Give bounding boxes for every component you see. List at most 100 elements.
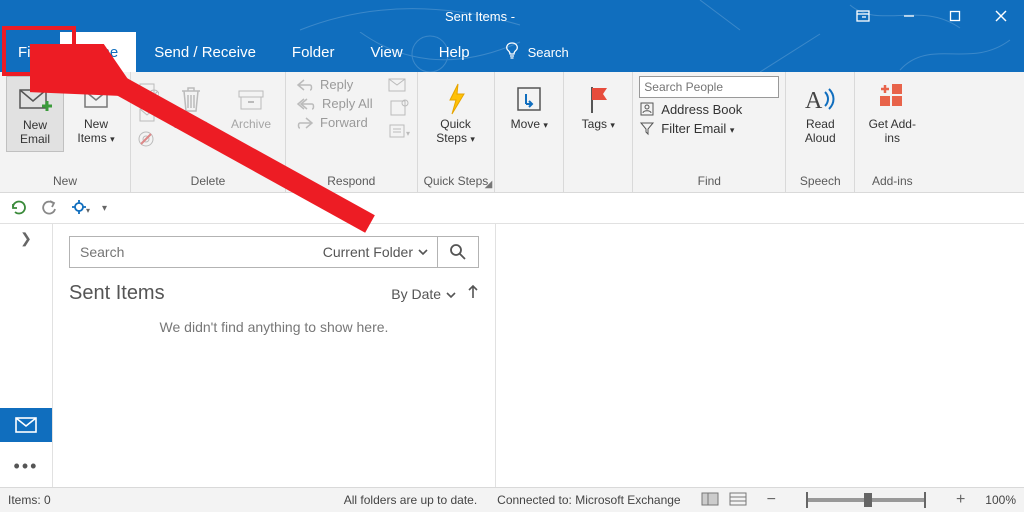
reading-pane: [496, 224, 1024, 487]
view-reading-button[interactable]: [729, 492, 747, 509]
tab-view[interactable]: View: [352, 32, 420, 72]
zoom-in-button[interactable]: +: [956, 491, 965, 509]
expand-folder-pane-button[interactable]: ❯: [20, 230, 32, 247]
tags-label: Tags ▾: [582, 118, 615, 132]
forward-label: Forward: [320, 115, 368, 130]
zoom-out-button[interactable]: −: [767, 491, 776, 509]
tab-home[interactable]: Home: [60, 32, 136, 72]
addins-icon: [876, 80, 908, 118]
group-label-delete: Delete: [137, 174, 279, 192]
group-label-addins: Add-ins: [861, 174, 923, 192]
search-people-input[interactable]: [639, 76, 779, 98]
ribbon-group-quicksteps: Quick Steps ▾ Quick Steps ◢: [418, 72, 496, 192]
search-scope-dropdown[interactable]: Current Folder: [315, 237, 438, 267]
quick-steps-button[interactable]: Quick Steps ▾: [424, 76, 488, 150]
tab-search[interactable]: Search: [528, 45, 569, 60]
reply-button[interactable]: Reply: [292, 76, 377, 93]
sort-button[interactable]: By Date: [391, 286, 457, 302]
ribbon-group-move: Move ▾: [495, 72, 564, 192]
tags-button[interactable]: Tags ▾: [570, 76, 626, 136]
search-submit-button[interactable]: [438, 237, 478, 267]
reply-label: Reply: [320, 77, 353, 92]
title-bar: Sent Items -: [0, 0, 1024, 32]
ignore-icon[interactable]: [137, 80, 159, 103]
touch-mode-icon[interactable]: ▾: [70, 198, 90, 219]
ribbon-group-new: New Email New Items ▾ New: [0, 72, 131, 192]
delete-button[interactable]: Delete: [163, 76, 219, 136]
navigation-rail: ❯ •••: [0, 224, 53, 487]
nav-more-button[interactable]: •••: [14, 456, 39, 477]
read-aloud-label: Read Aloud: [794, 118, 846, 146]
mail-module-button[interactable]: [0, 408, 52, 442]
group-label-tags: [570, 188, 626, 192]
main-content: ❯ ••• Current Folder Sent Items By Date: [0, 224, 1024, 487]
new-email-button[interactable]: New Email: [6, 76, 64, 152]
status-bar: Items: 0 All folders are up to date. Con…: [0, 487, 1024, 512]
quicksteps-launcher-icon[interactable]: ◢: [485, 179, 493, 190]
svg-text:A: A: [805, 88, 823, 114]
minimize-button[interactable]: [886, 0, 932, 32]
get-addins-label: Get Add-ins: [863, 118, 921, 146]
customize-qat-icon[interactable]: ▾: [102, 203, 107, 214]
svg-text:▾: ▾: [86, 206, 90, 215]
new-items-label: New Items ▾: [70, 118, 122, 146]
status-item-count: Items: 0: [8, 493, 51, 507]
empty-state-message: We didn't find anything to show here.: [69, 319, 479, 335]
funnel-icon: [639, 120, 655, 136]
quick-steps-label: Quick Steps ▾: [426, 118, 486, 146]
send-receive-all-icon[interactable]: [10, 198, 28, 219]
trash-icon: [177, 80, 205, 118]
ribbon-tabs: File Home Send / Receive Folder View Hel…: [0, 32, 1024, 72]
forward-button[interactable]: Forward: [292, 114, 377, 131]
search-icon: [449, 243, 467, 261]
group-label-respond: Respond: [292, 174, 411, 192]
tab-send-receive[interactable]: Send / Receive: [136, 32, 274, 72]
search-bar: Current Folder: [69, 236, 479, 268]
meeting-icon[interactable]: [387, 76, 411, 97]
read-aloud-icon: A: [803, 80, 837, 118]
arrow-up-icon: [467, 284, 479, 300]
new-items-icon: [81, 80, 111, 118]
ribbon-group-speech: A Read Aloud Speech: [786, 72, 855, 192]
search-input[interactable]: [70, 237, 315, 267]
tab-file[interactable]: File: [0, 32, 60, 72]
new-email-icon: [18, 81, 52, 119]
archive-icon: [236, 80, 266, 118]
get-addins-button[interactable]: Get Add-ins: [861, 76, 923, 150]
close-button[interactable]: [978, 0, 1024, 32]
new-email-label: New Email: [9, 119, 61, 147]
ribbon-group-find: Address Book Filter Email ▾ Find: [633, 72, 786, 192]
move-button[interactable]: Move ▾: [501, 76, 557, 136]
group-label-new: New: [6, 174, 124, 192]
more-respond-icon[interactable]: ▾: [387, 122, 411, 143]
tab-folder[interactable]: Folder: [274, 32, 353, 72]
folder-title: Sent Items: [69, 282, 165, 305]
address-book-label: Address Book: [661, 102, 742, 117]
move-label: Move ▾: [511, 118, 548, 132]
new-items-button[interactable]: New Items ▾: [68, 76, 124, 150]
delete-label: Delete: [174, 118, 209, 132]
chevron-down-icon: [445, 289, 457, 301]
svg-text:▾: ▾: [406, 129, 410, 138]
cleanup-icon[interactable]: [137, 105, 159, 128]
undo-icon[interactable]: [40, 198, 58, 219]
share-to-teams-icon[interactable]: [387, 99, 411, 120]
zoom-slider[interactable]: [806, 498, 926, 502]
tab-help[interactable]: Help: [421, 32, 488, 72]
address-book-button[interactable]: Address Book: [639, 101, 779, 117]
address-book-icon: [639, 101, 655, 117]
group-label-speech: Speech: [792, 174, 848, 192]
sort-direction-button[interactable]: [467, 284, 479, 303]
search-scope-label: Current Folder: [323, 244, 413, 260]
junk-icon[interactable]: [137, 130, 159, 153]
status-connection: Connected to: Microsoft Exchange: [497, 493, 680, 507]
ribbon-display-options-button[interactable]: [840, 0, 886, 32]
reply-all-button[interactable]: Reply All: [292, 95, 377, 112]
maximize-button[interactable]: [932, 0, 978, 32]
ribbon-group-respond: Reply Reply All Forward ▾ Respond: [286, 72, 418, 192]
read-aloud-button[interactable]: A Read Aloud: [792, 76, 848, 150]
filter-email-button[interactable]: Filter Email ▾: [639, 120, 779, 136]
reply-all-label: Reply All: [322, 96, 373, 111]
archive-button[interactable]: Archive: [223, 76, 279, 136]
view-normal-button[interactable]: [701, 492, 719, 509]
